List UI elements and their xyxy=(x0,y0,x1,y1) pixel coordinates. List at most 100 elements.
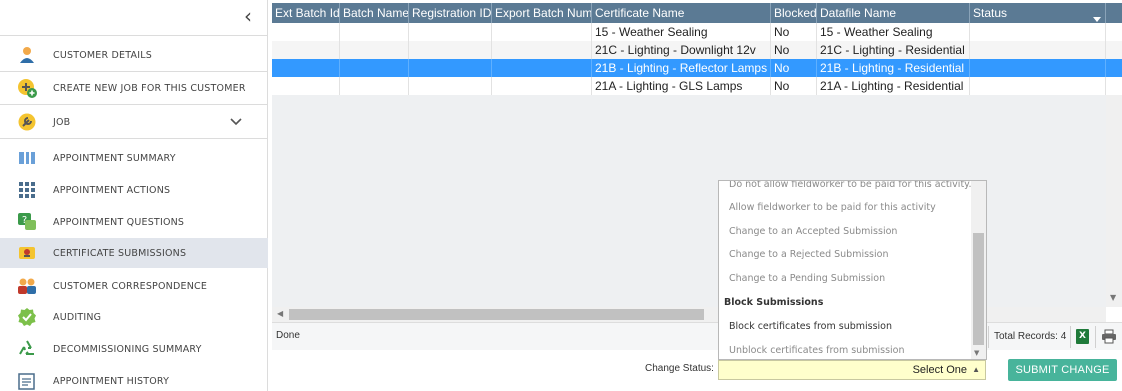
dropdown-scrollbar[interactable]: ▼ xyxy=(971,181,986,359)
column-header-ext-batch-id[interactable]: Ext Batch Id xyxy=(272,3,340,23)
dropdown-option: Change to a Pending Submission xyxy=(729,273,886,284)
cell-certificate-name: 21A - Lighting - GLS Lamps xyxy=(592,77,771,95)
divider xyxy=(988,326,989,348)
submit-change-button[interactable]: SUBMIT CHANGE xyxy=(1008,359,1117,381)
sidebar: ‹ CUSTOMER DETAILS CREATE NEW JOB FOR TH… xyxy=(0,0,268,391)
column-menu-icon[interactable] xyxy=(1093,9,1101,23)
sidebar-item-auditing[interactable]: AUDITING xyxy=(0,302,268,332)
column-header-registration-id[interactable]: Registration ID xyxy=(409,3,492,23)
cell-registration-id xyxy=(409,77,492,95)
collapse-sidebar-icon[interactable]: ‹ xyxy=(238,6,258,28)
cell-ext-batch-id xyxy=(272,59,340,77)
grid-footer: Done Total Records: 4 X xyxy=(272,322,1122,350)
divider xyxy=(1095,326,1096,348)
cell-batch-name xyxy=(340,41,409,59)
chevron-down-icon[interactable] xyxy=(230,115,242,130)
dropdown-option: Allow fieldworker to be paid for this ac… xyxy=(729,202,936,213)
sidebar-item-label: CUSTOMER DETAILS xyxy=(53,49,152,61)
column-header-batch-name[interactable]: Batch Name xyxy=(340,3,409,23)
cell-certificate-name: 21B - Lighting - Reflector Lamps xyxy=(592,59,771,77)
sidebar-item-decommissioning-summary[interactable]: DECOMMISSIONING SUMMARY xyxy=(0,334,268,364)
cell-blocked: No xyxy=(771,59,817,77)
dropdown-option: Do not allow fieldworker to be paid for … xyxy=(729,180,972,190)
cell-ext-batch-id xyxy=(272,41,340,59)
sidebar-item-label: APPOINTMENT HISTORY xyxy=(53,375,170,387)
select-value: Select One xyxy=(912,364,967,376)
change-status-label: Change Status: xyxy=(645,363,714,374)
table-row-selected[interactable]: 21B - Lighting - Reflector Lamps No 21B … xyxy=(272,59,1122,77)
sidebar-item-label: APPOINTMENT ACTIONS xyxy=(53,184,171,196)
vertical-scrollbar[interactable]: ▼ xyxy=(1106,95,1122,307)
status-text: Done xyxy=(276,330,300,341)
cell-blocked: No xyxy=(771,41,817,59)
people-icon xyxy=(16,275,38,297)
columns-icon xyxy=(16,147,38,169)
scroll-down-icon[interactable]: ▼ xyxy=(974,349,979,357)
cell-ext-batch-id xyxy=(272,23,340,41)
sidebar-item-customer-correspondence[interactable]: CUSTOMER CORRESPONDENCE xyxy=(0,271,268,301)
sidebar-item-label: CREATE NEW JOB FOR THIS CUSTOMER xyxy=(53,82,246,94)
sidebar-item-job[interactable]: JOB xyxy=(0,106,268,138)
cell-batch-name xyxy=(340,77,409,95)
cell-batch-name xyxy=(340,23,409,41)
divider xyxy=(0,104,268,105)
table-row[interactable]: 15 - Weather Sealing No 15 - Weather Sea… xyxy=(272,23,1122,41)
sidebar-item-appointment-history[interactable]: APPOINTMENT HISTORY xyxy=(0,366,268,391)
dropdown-option: Change to an Accepted Submission xyxy=(729,226,898,237)
change-status-dropdown: Do not allow fieldworker to be paid for … xyxy=(718,180,987,360)
cell-datafile-name: 21A - Lighting - Residential xyxy=(817,77,970,95)
cell-datafile-name: 21C - Lighting - Residential xyxy=(817,41,970,59)
dropdown-option: Unblock certificates from submission xyxy=(729,345,905,356)
sidebar-item-appointment-actions[interactable]: APPOINTMENT ACTIONS xyxy=(0,175,268,205)
sidebar-item-label: DECOMMISSIONING SUMMARY xyxy=(53,343,202,355)
sidebar-item-label: AUDITING xyxy=(53,311,102,323)
grid-icon xyxy=(16,179,38,201)
divider xyxy=(0,138,268,139)
check-icon xyxy=(16,306,38,328)
sidebar-item-create-job[interactable]: CREATE NEW JOB FOR THIS CUSTOMER xyxy=(0,72,268,104)
change-status-select[interactable]: Select One ▲ xyxy=(718,360,986,380)
column-header-blocked[interactable]: Blocked xyxy=(771,3,817,23)
print-icon[interactable] xyxy=(1101,329,1117,344)
column-header-datafile-name[interactable]: Datafile Name xyxy=(817,3,970,23)
table-row[interactable]: 21A - Lighting - GLS Lamps No 21A - Ligh… xyxy=(272,77,1122,95)
sidebar-item-certificate-submissions[interactable]: CERTIFICATE SUBMISSIONS xyxy=(0,238,268,268)
sidebar-item-appointment-summary[interactable]: APPOINTMENT SUMMARY xyxy=(0,143,268,173)
column-header-certificate-name[interactable]: Certificate Name xyxy=(592,3,771,23)
cell-export-batch-num xyxy=(492,23,592,41)
cell-registration-id xyxy=(409,59,492,77)
person-icon xyxy=(16,44,38,66)
change-status-bar: Change Status: Select One ▲ SUBMIT CHANG… xyxy=(272,350,1122,391)
sidebar-item-label: JOB xyxy=(53,116,71,128)
cell-blocked: No xyxy=(771,77,817,95)
cell-status xyxy=(970,23,1106,41)
grid-header: Ext Batch Id Batch Name Registration ID … xyxy=(272,3,1122,23)
excel-export-icon[interactable]: X xyxy=(1076,329,1089,344)
column-header-status[interactable]: Status xyxy=(970,3,1106,23)
cell-export-batch-num xyxy=(492,77,592,95)
add-job-icon xyxy=(16,77,38,99)
cell-export-batch-num xyxy=(492,41,592,59)
scroll-left-icon[interactable]: ◀ xyxy=(277,309,283,318)
certificate-icon xyxy=(16,242,38,264)
sidebar-item-label: CERTIFICATE SUBMISSIONS xyxy=(53,247,187,259)
question-icon: ? xyxy=(16,211,38,233)
table-row[interactable]: 21C - Lighting - Downlight 12v No 21C - … xyxy=(272,41,1122,59)
cell-ext-batch-id xyxy=(272,77,340,95)
sidebar-item-customer-details[interactable]: CUSTOMER DETAILS xyxy=(0,39,268,71)
cell-batch-name xyxy=(340,59,409,77)
scroll-down-icon[interactable]: ▼ xyxy=(1110,293,1116,302)
wrench-icon xyxy=(16,111,38,133)
column-header-export-batch-num[interactable]: Export Batch Num xyxy=(492,3,592,23)
cell-registration-id xyxy=(409,23,492,41)
cell-status xyxy=(970,41,1106,59)
chevron-up-icon: ▲ xyxy=(972,365,980,374)
history-icon xyxy=(16,370,38,391)
horizontal-scroll-thumb[interactable] xyxy=(289,309,704,320)
divider xyxy=(1070,326,1071,348)
total-records: Total Records: 4 xyxy=(994,331,1067,342)
cell-export-batch-num xyxy=(492,59,592,77)
dropdown-option-block[interactable]: Block certificates from submission xyxy=(729,321,892,332)
dropdown-scroll-thumb[interactable] xyxy=(973,233,984,345)
sidebar-item-appointment-questions[interactable]: ? APPOINTMENT QUESTIONS xyxy=(0,207,268,237)
